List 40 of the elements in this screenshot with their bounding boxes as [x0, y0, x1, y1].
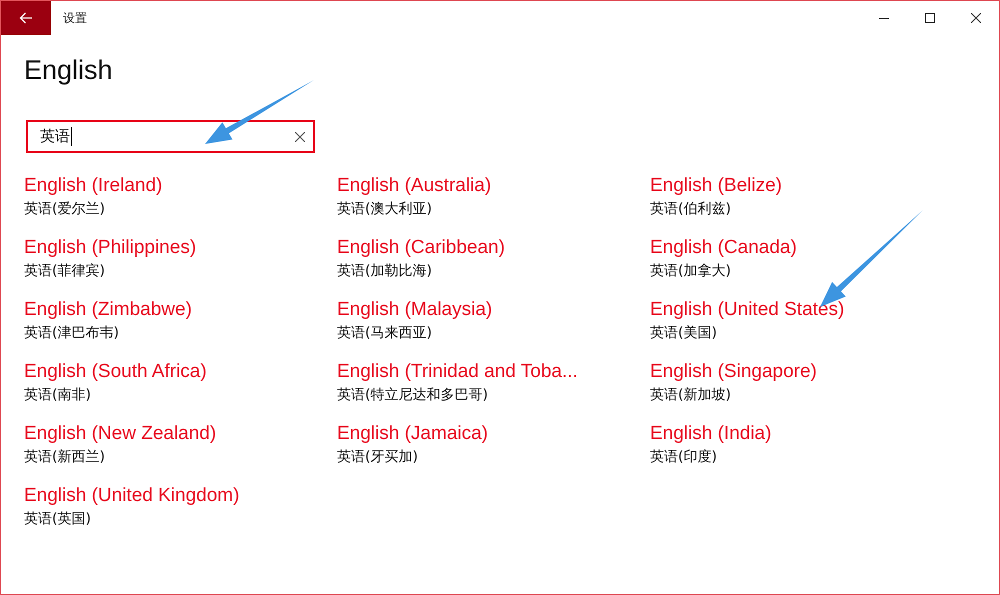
language-native-name: 英语(南非) [24, 386, 92, 405]
language-name-link[interactable]: English (South Africa) [24, 359, 337, 385]
language-native-name: 英语(新西兰) [24, 448, 106, 467]
language-native-name: 英语(马来西亚) [337, 324, 433, 343]
back-arrow-icon [19, 12, 33, 24]
language-name-link[interactable]: English (United Kingdom) [24, 483, 337, 509]
language-name-link[interactable]: English (Ireland) [24, 173, 337, 199]
language-name-link[interactable]: English (Philippines) [24, 235, 337, 261]
language-native-name: 英语(加勒比海) [337, 262, 433, 281]
clear-icon[interactable] [295, 132, 305, 142]
close-icon [971, 13, 981, 23]
back-button[interactable] [1, 1, 51, 35]
language-native-name: 英语(牙买加) [337, 448, 419, 467]
language-name-link[interactable]: English (Malaysia) [337, 297, 650, 323]
language-native-name: 英语(英国) [24, 510, 92, 529]
page-heading: English [24, 55, 114, 86]
language-native-name: 英语(爱尔兰) [24, 200, 106, 219]
language-native-name: 英语(加拿大) [650, 262, 732, 281]
language-name-link[interactable]: English (United States) [650, 297, 963, 323]
language-name-link[interactable]: English (Jamaica) [337, 421, 650, 447]
language-native-name: 英语(印度) [650, 448, 718, 467]
language-name-link[interactable]: English (Zimbabwe) [24, 297, 337, 323]
language-native-name: 英语(特立尼达和多巴哥) [337, 386, 489, 405]
language-name-link[interactable]: English (India) [650, 421, 963, 447]
language-name-link[interactable]: English (Caribbean) [337, 235, 650, 261]
language-native-name: 英语(新加坡) [650, 386, 732, 405]
language-native-name: 英语(菲律宾) [24, 262, 106, 281]
language-name-link[interactable]: English (Trinidad and Toba... [337, 359, 650, 385]
language-name-link[interactable]: English (Australia) [337, 173, 650, 199]
language-native-name: 英语(美国) [650, 324, 718, 343]
language-native-name: 英语(伯利兹) [650, 200, 732, 219]
language-name-link[interactable]: English (New Zealand) [24, 421, 337, 447]
language-native-name: 英语(澳大利亚) [337, 200, 433, 219]
window-title: 设置 [63, 10, 88, 26]
language-native-name: 英语(津巴布韦) [24, 324, 120, 343]
language-name-link[interactable]: English (Belize) [650, 173, 963, 199]
language-name-link[interactable]: English (Canada) [650, 235, 963, 261]
language-name-link[interactable]: English (Singapore) [650, 359, 963, 385]
maximize-icon [925, 13, 935, 23]
search-field[interactable]: 英语 [26, 120, 315, 153]
